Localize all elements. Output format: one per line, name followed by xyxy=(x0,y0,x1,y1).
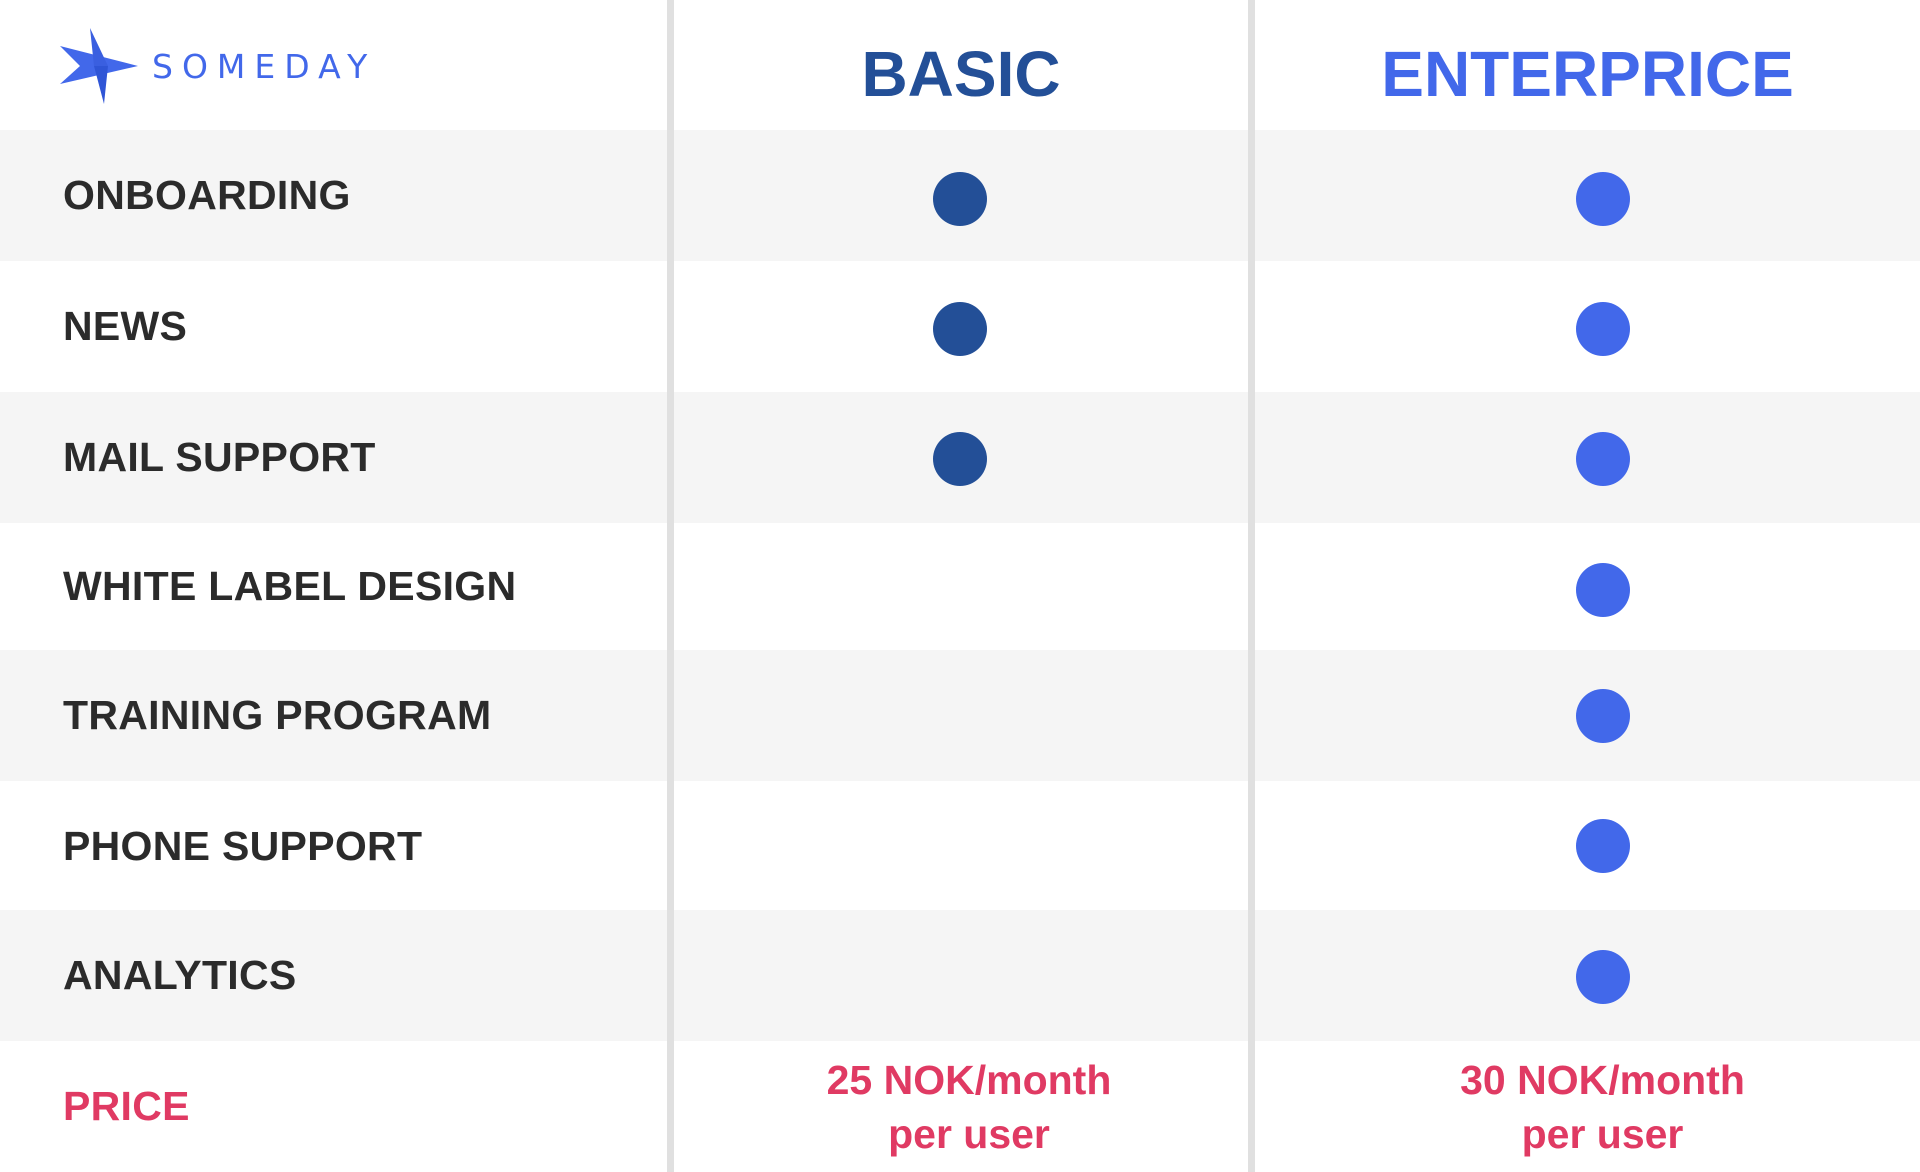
feature-label: WHITE LABEL DESIGN xyxy=(63,563,517,609)
feature-row: ONBOARDING xyxy=(0,130,1920,261)
feature-row: NEWS xyxy=(0,261,1920,392)
column-divider xyxy=(667,0,674,1172)
feature-label: PHONE SUPPORT xyxy=(63,823,423,869)
feature-row: ANALYTICS xyxy=(0,910,1920,1041)
feature-label: NEWS xyxy=(63,303,188,349)
column-title-basic: BASIC xyxy=(861,38,1061,110)
enterprise-included-dot xyxy=(1576,563,1630,617)
brand-logo: SOMEDAY xyxy=(60,26,376,106)
pricing-comparison-table: SOMEDAY BASIC ENTERPRICE ONBOARDING NEWS… xyxy=(0,0,1920,1172)
column-divider xyxy=(1248,0,1255,1172)
feature-label: ONBOARDING xyxy=(63,172,351,218)
enterprise-price: 30 NOK/month per user xyxy=(1255,1041,1920,1172)
brand-name: SOMEDAY xyxy=(152,46,377,86)
feature-row: MAIL SUPPORT xyxy=(0,392,1920,523)
feature-label: ANALYTICS xyxy=(63,952,297,998)
feature-row: TRAINING PROGRAM xyxy=(0,650,1920,781)
basic-price-amount: 25 NOK/month xyxy=(826,1056,1112,1103)
basic-price: 25 NOK/month per user xyxy=(674,1041,1264,1172)
basic-included-dot xyxy=(933,432,987,486)
enterprise-included-dot xyxy=(1576,172,1630,226)
enterprise-price-amount: 30 NOK/month xyxy=(1460,1056,1745,1103)
enterprise-included-dot xyxy=(1576,302,1630,356)
feature-label: TRAINING PROGRAM xyxy=(63,692,492,738)
feature-label: MAIL SUPPORT xyxy=(63,434,376,480)
basic-included-dot xyxy=(933,302,987,356)
price-row: PRICE 25 NOK/month per user 30 NOK/month… xyxy=(0,1041,1920,1172)
header-row: SOMEDAY BASIC ENTERPRICE xyxy=(0,0,1920,130)
paper-plane-logo-icon xyxy=(60,28,138,104)
enterprise-included-dot xyxy=(1576,819,1630,873)
enterprise-price-unit: per user xyxy=(1521,1110,1684,1157)
enterprise-included-dot xyxy=(1576,950,1630,1004)
basic-included-dot xyxy=(933,172,987,226)
feature-row: PHONE SUPPORT xyxy=(0,781,1920,912)
price-label: PRICE xyxy=(63,1083,190,1129)
enterprise-included-dot xyxy=(1576,689,1630,743)
feature-row: WHITE LABEL DESIGN xyxy=(0,523,1920,650)
basic-price-unit: per user xyxy=(888,1110,1050,1157)
column-title-enterprise: ENTERPRICE xyxy=(1381,38,1794,110)
enterprise-included-dot xyxy=(1576,432,1630,486)
